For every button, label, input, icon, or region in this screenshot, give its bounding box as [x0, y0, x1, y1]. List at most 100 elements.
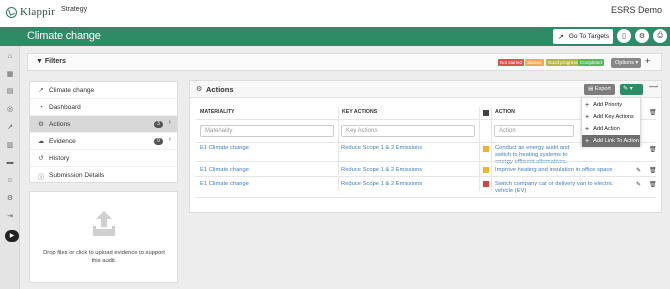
chart-line-icon: ↗: [558, 33, 564, 41]
print-icon[interactable]: ⎙: [653, 29, 667, 43]
delete-icon[interactable]: 🗑: [649, 181, 657, 188]
nav-item-submission-details[interactable]: ⓘ Submission Details: [30, 167, 177, 184]
menu-item-label: Add Link To Action: [593, 138, 640, 144]
row-action[interactable]: Improve heating and insulation in office…: [495, 167, 635, 174]
settings-gear-icon[interactable]: ⚙: [635, 29, 649, 43]
options-button[interactable]: Options ▾: [611, 58, 641, 68]
row-action[interactable]: Conduct an energy audit and switch to he…: [495, 145, 583, 166]
action-filter-input[interactable]: Action: [494, 125, 574, 137]
nav-item-climate-change[interactable]: ↗ Climate change: [30, 82, 177, 99]
history-icon: ↺: [38, 155, 44, 162]
status-badge-started[interactable]: Started: [525, 59, 544, 66]
nav-label: Evidence: [49, 137, 76, 145]
environment-name: ESRS Demo: [610, 5, 662, 15]
status-badge-not-started[interactable]: Not started: [498, 59, 525, 66]
page-title: Climate change: [27, 30, 101, 42]
gear-icon: ⚙: [38, 121, 44, 128]
globe-icon[interactable]: ◎: [5, 105, 15, 115]
row-key-action[interactable]: Reduce Scope 1 & 2 Emissions: [341, 145, 422, 152]
row-materiality[interactable]: E1 Climate change: [200, 181, 249, 188]
row-key-action[interactable]: Reduce Scope 1 & 2 Emissions: [341, 167, 422, 174]
nav-item-actions[interactable]: ⚙ Actions 3 ›: [30, 116, 177, 133]
chart-icon[interactable]: ↗: [5, 123, 15, 133]
row-divider: [196, 161, 656, 162]
menu-item-label: Add Key Actions: [593, 114, 634, 120]
users-icon[interactable]: ☺: [5, 176, 15, 186]
nav-item-dashboard[interactable]: ◔ Dashboard: [30, 99, 177, 116]
status-indicator: [483, 146, 489, 152]
status-badge-completed[interactable]: Completed: [578, 59, 604, 66]
row-divider: [196, 197, 656, 198]
document-icon[interactable]: ▯: [617, 29, 631, 43]
evidence-dropzone[interactable]: Drop files or click to upload evidence t…: [29, 191, 178, 283]
menu-item-add-priority[interactable]: + Add Priority: [582, 99, 640, 111]
nav-label: Submission Details: [49, 172, 105, 179]
row-key-action[interactable]: Reduce Scope 1 & 2 Emissions: [341, 181, 422, 188]
chevron-right-icon: ›: [168, 136, 171, 143]
delete-all-icon[interactable]: 🗑: [649, 109, 657, 116]
klappir-logo-icon: [6, 6, 17, 18]
chart-line-icon: ↗: [38, 87, 44, 94]
chevron-right-icon: ›: [168, 119, 171, 126]
grid-icon[interactable]: ▦: [5, 70, 15, 80]
nav-item-evidence[interactable]: ☁ Evidence 0 ›: [30, 133, 177, 150]
logo-text: Klappir: [20, 6, 56, 18]
nav-label: Climate change: [49, 86, 95, 94]
column-header-materiality[interactable]: MATERIALITY: [200, 109, 234, 115]
row-materiality[interactable]: E1 Climate change: [200, 145, 249, 152]
folder-icon[interactable]: ▬: [5, 158, 15, 168]
product-name: Strategy: [61, 5, 88, 13]
actions-count-badge: 3: [154, 121, 163, 128]
nav-label: Actions: [49, 120, 71, 128]
status-badge-good-progress[interactable]: Good progress: [546, 59, 580, 66]
nav-label: Dashboard: [49, 103, 81, 111]
row-divider: [196, 176, 656, 177]
column-header-action[interactable]: ACTION: [495, 109, 515, 115]
delete-icon[interactable]: 🗑: [649, 167, 657, 174]
key-actions-filter-input[interactable]: Key Actions: [341, 125, 475, 137]
materiality-filter-input[interactable]: Materiality: [200, 125, 334, 137]
options-label: Options: [615, 60, 634, 66]
edit-icon[interactable]: ✎: [636, 167, 641, 174]
status-indicator: [483, 181, 489, 187]
go-to-targets-button[interactable]: ↗ Go To Targets: [553, 29, 613, 44]
actions-panel-header: ⚙ Actions ▤ Export ✎ ▾ —: [190, 81, 661, 98]
menu-item-add-key-actions[interactable]: + Add Key Actions: [582, 111, 640, 123]
evidence-count-badge: 0: [154, 138, 163, 145]
document-icon[interactable]: ▤: [5, 87, 15, 97]
plus-icon: +: [585, 101, 590, 109]
filters-bar: ▼ Filters Not started Started Good progr…: [27, 53, 662, 71]
go-to-targets-label: Go To Targets: [568, 33, 610, 40]
left-rail: ⌂ ▦ ▤ ◎ ↗ ▥ ▬ ☺ ⚙ ⇥ ▶: [0, 46, 20, 289]
row-materiality[interactable]: E1 Climate change: [200, 167, 249, 174]
minimize-icon[interactable]: —: [649, 81, 658, 91]
plus-icon: +: [585, 125, 590, 133]
upload-icon: [93, 211, 115, 236]
row-action[interactable]: Switch company car or delivery van to el…: [495, 181, 630, 195]
menu-item-add-link-to-action[interactable]: + Add Link To Action: [582, 135, 640, 147]
page-header: Climate change ↗ Go To Targets ▯ ⚙ ⎙: [0, 27, 670, 46]
home-icon[interactable]: ⌂: [5, 52, 15, 62]
logout-icon[interactable]: ⇥: [5, 212, 15, 222]
app-logo[interactable]: Klappir Strategy: [6, 6, 87, 18]
settings-icon[interactable]: ⚙: [5, 194, 15, 204]
expand-rail-icon[interactable]: ▶: [5, 230, 19, 242]
section-nav: ↗ Climate change ◔ Dashboard ⚙ Actions 3…: [29, 81, 178, 183]
edit-icon[interactable]: ✎: [636, 181, 641, 188]
menu-item-add-action[interactable]: + Add Action: [582, 123, 640, 135]
filters-label: Filters: [44, 58, 66, 65]
export-button[interactable]: ▤ Export: [584, 84, 615, 95]
actions-title: Actions: [206, 85, 234, 94]
plus-icon[interactable]: +: [645, 56, 650, 66]
menu-item-label: Add Action: [593, 126, 620, 132]
filters-title[interactable]: ▼ Filters: [36, 58, 66, 65]
link-dropdown-button[interactable]: ✎ ▾: [620, 84, 643, 95]
files-icon[interactable]: ▥: [5, 141, 15, 151]
delete-icon[interactable]: 🗑: [649, 146, 657, 153]
nav-item-history[interactable]: ↺ History: [30, 150, 177, 167]
top-bar: Klappir Strategy ESRS Demo: [0, 0, 670, 27]
export-label: Export: [594, 86, 611, 92]
status-indicator: [483, 167, 489, 173]
status-column-icon: [483, 110, 489, 116]
column-header-key-actions[interactable]: KEY ACTIONS: [342, 109, 377, 115]
